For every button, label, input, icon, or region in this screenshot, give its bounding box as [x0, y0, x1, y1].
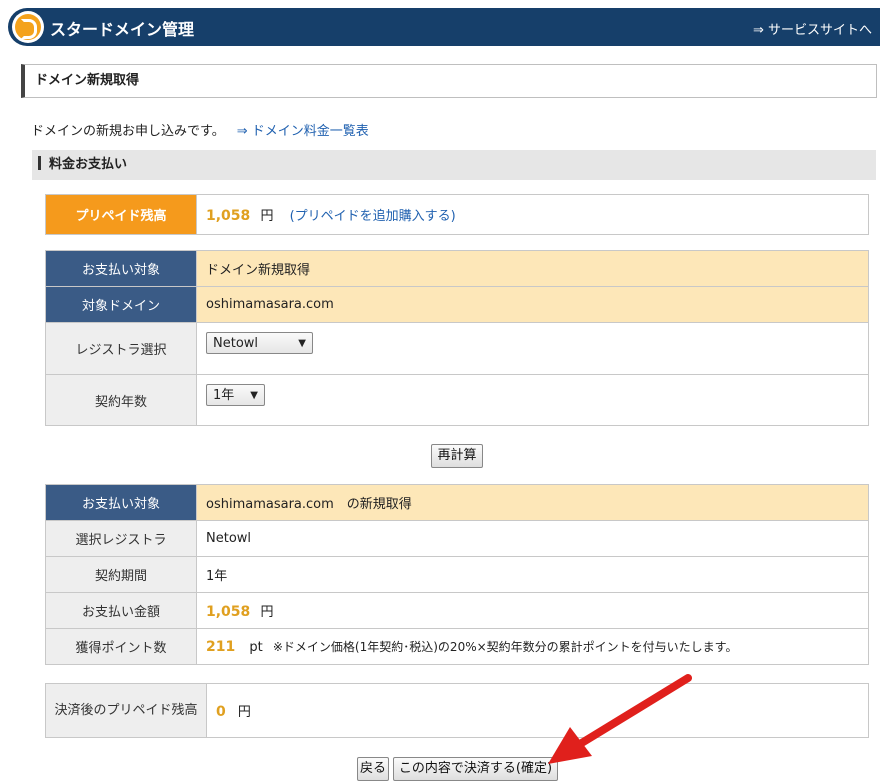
app-title: スタードメイン管理	[50, 20, 195, 39]
registrar-select-label: レジストラ選択	[45, 322, 197, 375]
summary-amount: 1,058	[206, 604, 251, 620]
back-button[interactable]: 戻る	[357, 757, 389, 781]
after-balance-unit: 円	[237, 705, 251, 720]
prepaid-balance-table: プリペイド残高 1,058 円 (プリペイドを追加購入する)	[45, 194, 869, 235]
registrar-select[interactable]: Netowl ▼	[206, 332, 313, 354]
summary-points-cell: 211 pt ※ドメイン価格(1年契約･税込)の20%×契約年数分の累計ポイント…	[196, 628, 869, 665]
summary-points-label: 獲得ポイント数	[45, 628, 197, 665]
intro-text-row: ドメインの新規お申し込みです。 ⇒ ドメイン料金一覧表	[31, 120, 369, 139]
heading-bar	[38, 156, 41, 170]
summary-period-label: 契約期間	[45, 556, 197, 593]
points-unit: pt	[249, 640, 263, 655]
intro-text: ドメインの新規お申し込みです。	[31, 124, 225, 139]
add-prepaid-link[interactable]: (プリペイドを追加購入する)	[290, 209, 456, 224]
service-site-link[interactable]: ⇒ サービスサイトへ	[753, 19, 872, 38]
payment-form-table: お支払い対象 ドメイン新規取得 対象ドメイン oshimamasara.com …	[45, 250, 869, 426]
dropdown-arrow-icon: ▼	[298, 338, 306, 349]
after-balance-cell: 0 円	[206, 683, 869, 738]
after-balance-table: 決済後のプリペイド残高 0 円	[45, 683, 869, 738]
points-value: 211	[206, 639, 236, 655]
after-balance-label: 決済後のプリペイド残高	[45, 683, 207, 738]
summary-amount-unit: 円	[260, 605, 274, 620]
annotation-arrow-icon	[548, 674, 692, 764]
confirm-payment-button[interactable]: この内容で決済する(確定)	[393, 757, 558, 781]
payment-heading-label: 料金お支払い	[49, 157, 128, 172]
years-select[interactable]: 1年 ▼	[206, 384, 265, 406]
payment-heading: 料金お支払い	[32, 150, 876, 180]
payment-summary-table: お支払い対象 oshimamasara.com の新規取得 選択レジストラ Ne…	[45, 484, 869, 665]
prepaid-unit: 円	[260, 209, 274, 224]
price-list-link[interactable]: ⇒ ドメイン料金一覧表	[237, 124, 369, 139]
domain-label: 対象ドメイン	[45, 286, 197, 323]
prepaid-amount: 1,058	[206, 208, 251, 224]
stardomain-logo-icon	[12, 11, 44, 43]
domain-value: oshimamasara.com	[196, 286, 869, 323]
prepaid-label: プリペイド残高	[45, 194, 197, 235]
target-value: ドメイン新規取得	[196, 250, 869, 287]
app-header: スタードメイン管理 ⇒ サービスサイトへ	[8, 8, 880, 46]
points-note: ※ドメイン価格(1年契約･税込)の20%×契約年数分の累計ポイントを付与いたしま…	[272, 640, 738, 654]
target-label: お支払い対象	[45, 250, 197, 287]
dropdown-arrow-icon: ▼	[250, 390, 258, 401]
registrar-selected: Netowl	[213, 336, 259, 351]
years-selected: 1年	[213, 388, 235, 403]
summary-target-label: お支払い対象	[45, 484, 197, 521]
after-balance-amount: 0	[216, 704, 226, 720]
prepaid-value-cell: 1,058 円 (プリペイドを追加購入する)	[196, 194, 869, 235]
summary-registrar-label: 選択レジストラ	[45, 520, 197, 557]
summary-registrar-value: Netowl	[196, 520, 869, 557]
page-title: ドメイン新規取得	[21, 64, 877, 98]
years-label: 契約年数	[45, 374, 197, 426]
summary-amount-label: お支払い金額	[45, 592, 197, 629]
summary-target-value: oshimamasara.com の新規取得	[196, 484, 869, 521]
summary-amount-cell: 1,058 円	[196, 592, 869, 629]
summary-period-value: 1年	[196, 556, 869, 593]
recalculate-button[interactable]: 再計算	[431, 444, 483, 468]
